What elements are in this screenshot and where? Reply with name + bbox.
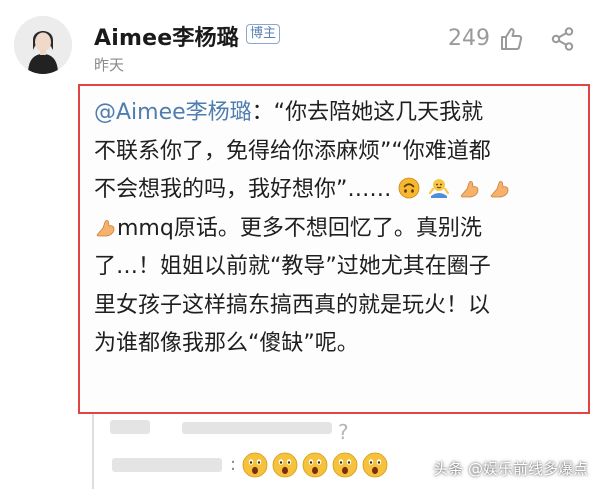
blurred-text <box>182 422 332 434</box>
shocked-face-emoji <box>302 452 328 478</box>
blurred-text <box>110 420 150 434</box>
shocked-face-emoji <box>332 452 358 478</box>
shrug-emoji <box>429 179 450 198</box>
quote-line-1: ：“你去陪她这几天我就 <box>251 100 484 125</box>
shocked-face-emoji <box>242 452 268 478</box>
flexed-arm-emoji <box>490 181 509 198</box>
blurred-reply-author <box>112 458 222 472</box>
flexed-arm-emoji <box>460 181 479 198</box>
like-count: 249 <box>448 26 490 51</box>
username[interactable]: Aimee李杨璐 <box>94 20 239 52</box>
thumbs-up-icon[interactable] <box>498 26 524 52</box>
blurred-question-mark: ? <box>338 420 349 444</box>
quoted-comment[interactable]: @Aimee李杨璐：“你去陪她这几天我就 不联系你了，免得给你添麻烦”“你难道都… <box>78 84 590 414</box>
quoted-comment-text: @Aimee李杨璐：“你去陪她这几天我就 不联系你了，免得给你添麻烦”“你难道都… <box>94 94 578 364</box>
avatar[interactable] <box>14 16 72 74</box>
watermark: 头条 @娱乐前线多爆点 <box>433 458 588 479</box>
mention-link[interactable]: @Aimee李杨璐 <box>94 100 252 125</box>
flexed-arm-emoji <box>96 219 115 236</box>
quote-line-3: 不会想我的吗，我好想你”…… <box>94 177 392 202</box>
shocked-face-emoji <box>362 452 388 478</box>
share-icon[interactable] <box>550 26 576 52</box>
shocked-face-emoji <box>272 452 298 478</box>
quote-line-2: 不联系你了，免得给你添麻烦”“你难道都 <box>94 138 491 164</box>
reply-colon: : <box>230 454 237 475</box>
quote-line-4: mmq原话。更多不想回忆了。真别洗 <box>117 215 482 241</box>
blogger-badge: 博主 <box>246 24 280 44</box>
watermark-text: 头条 @娱乐前线多爆点 <box>433 460 588 478</box>
reply-emoji-row <box>242 452 388 478</box>
quote-line-7: 为谁都像我那么“傻缺”呢。 <box>94 331 359 356</box>
quote-line-6: 里女孩子这样搞东搞西真的就是玩火！以 <box>94 292 491 318</box>
quote-line-5: 了…！姐姐以前就“教导”过她尤其在圈子 <box>94 254 491 279</box>
post-timestamp: 昨天 <box>94 56 125 74</box>
reply-divider <box>92 414 94 489</box>
upside-down-face-emoji <box>399 177 420 199</box>
